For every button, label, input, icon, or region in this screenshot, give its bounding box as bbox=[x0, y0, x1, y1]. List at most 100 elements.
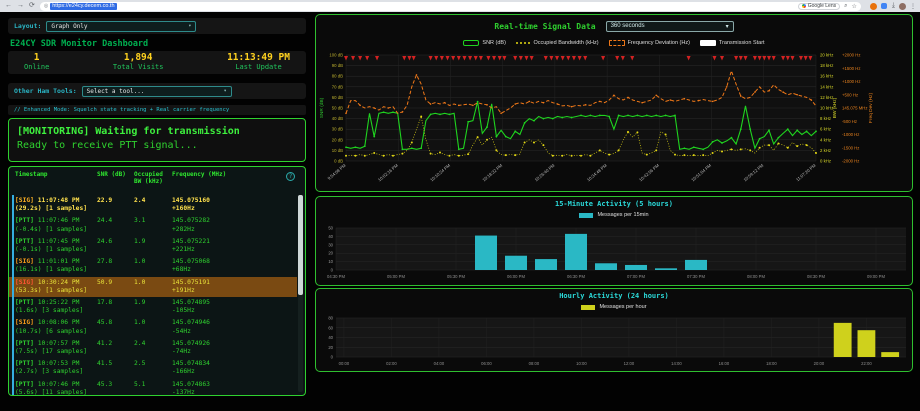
activity-hourly-chart[interactable]: 80604020000:0002:0004:0006:0008:0010:001… bbox=[316, 312, 912, 373]
signal-tag: [SIG] bbox=[15, 279, 34, 286]
activity-hourly-panel: Hourly Activity (24 hours) Messages per … bbox=[315, 288, 913, 372]
signal-tag: [PTT] bbox=[15, 299, 34, 306]
svg-text:4 kHz: 4 kHz bbox=[820, 137, 831, 142]
svg-text:07:30 PM: 07:30 PM bbox=[687, 274, 705, 279]
svg-text:8 kHz: 8 kHz bbox=[820, 116, 831, 121]
table-header: Timestamp SNR (dB) Occupied BW (kHz) Fre… bbox=[9, 167, 305, 187]
tools-select[interactable]: Select a tool...▾ bbox=[82, 86, 232, 97]
svg-text:-1500 Hz: -1500 Hz bbox=[842, 145, 859, 150]
chevron-down-icon: ▾ bbox=[224, 88, 227, 94]
svg-text:+500 Hz: +500 Hz bbox=[842, 92, 858, 97]
svg-text:9:54:08 PM: 9:54:08 PM bbox=[327, 163, 347, 181]
forward-button[interactable]: → bbox=[17, 0, 24, 12]
stat-total-visits: 1,894 Total Visits bbox=[113, 53, 164, 72]
svg-text:40: 40 bbox=[328, 234, 333, 239]
signal-tag: [PTT] bbox=[15, 360, 34, 367]
extension-icon-1[interactable] bbox=[870, 3, 877, 10]
table-row[interactable]: [PTT] 11:07:46 PM (-0.4s) [1 samples]24.… bbox=[9, 215, 297, 235]
downloads-icon[interactable]: ⤓ bbox=[892, 0, 895, 12]
realtime-chart-panel: Real-time Signal Data 360 seconds▾ SNR (… bbox=[315, 14, 913, 192]
table-row[interactable]: [SIG] 10:08:06 PM (10.7s) [6 samples]45.… bbox=[9, 317, 297, 337]
activity-15min-panel: 15-Minute Activity (5 hours) Messages pe… bbox=[315, 196, 913, 286]
table-row[interactable]: [SIG] 11:01:01 PM (16.1s) [1 samples]27.… bbox=[9, 256, 297, 276]
svg-text:18 kHz: 18 kHz bbox=[820, 63, 833, 68]
svg-text:60: 60 bbox=[328, 325, 333, 330]
google-lens-button[interactable]: Google Lens bbox=[798, 3, 840, 10]
svg-text:20:00: 20:00 bbox=[814, 361, 825, 366]
bw-legend-swatch bbox=[516, 42, 531, 45]
table-row[interactable]: [PTT] 10:07:53 PM (2.7s) [3 samples]41.5… bbox=[9, 358, 297, 378]
svg-text:+1500 Hz: +1500 Hz bbox=[842, 66, 861, 71]
svg-text:30: 30 bbox=[328, 242, 333, 247]
svg-text:0 kHz: 0 kHz bbox=[820, 159, 831, 164]
signal-tag: [SIG] bbox=[15, 197, 34, 204]
bar bbox=[535, 259, 557, 270]
table-row[interactable]: [SIG] 11:07:48 PM (29.2s) [1 samples]22.… bbox=[9, 195, 297, 215]
extension-icon-2[interactable] bbox=[881, 3, 887, 9]
svg-text:20: 20 bbox=[328, 345, 333, 350]
svg-text:20: 20 bbox=[328, 251, 333, 256]
svg-text:2 kHz: 2 kHz bbox=[820, 148, 831, 153]
signal-tag: [PTT] bbox=[15, 217, 34, 224]
scrollbar-thumb[interactable] bbox=[298, 195, 303, 295]
bar bbox=[505, 256, 527, 270]
table-row[interactable]: [PTT] 10:07:46 PM (5.6s) [11 samples]45.… bbox=[9, 379, 297, 395]
browser-toolbar: ← → ⟳ ◎ https://e24cy.decem.co.th Google… bbox=[0, 0, 920, 12]
svg-text:6 kHz: 6 kHz bbox=[820, 127, 831, 132]
svg-text:10:02:16 PM: 10:02:16 PM bbox=[377, 163, 399, 183]
svg-text:14 kHz: 14 kHz bbox=[820, 84, 833, 89]
svg-text:80 dB: 80 dB bbox=[332, 74, 343, 79]
svg-text:145.075 MHz: 145.075 MHz bbox=[842, 106, 868, 111]
profile-avatar[interactable] bbox=[899, 3, 906, 10]
activity-15min-chart[interactable]: 5040302010004:30 PM05:00 PM05:30 PM06:00… bbox=[316, 220, 912, 284]
svg-text:10 dB: 10 dB bbox=[332, 148, 343, 153]
google-lens-icon bbox=[802, 4, 806, 8]
table-row[interactable]: [PTT] 10:07:57 PM (7.5s) [17 samples]41.… bbox=[9, 338, 297, 358]
svg-text:80: 80 bbox=[328, 316, 333, 321]
svg-text:12:00: 12:00 bbox=[624, 361, 635, 366]
help-icon[interactable]: ? bbox=[286, 172, 295, 181]
teal-legend-swatch bbox=[579, 213, 593, 218]
svg-text:100 dB: 100 dB bbox=[329, 53, 343, 58]
legend-15min: Messages per 15min bbox=[316, 210, 912, 220]
tools-label: Other Ham Tools: bbox=[14, 87, 77, 95]
bookmark-star-icon[interactable]: ☆ bbox=[852, 3, 857, 10]
reload-button[interactable]: ⟳ bbox=[29, 0, 35, 12]
svg-text:Freq Dev (Hz): Freq Dev (Hz) bbox=[868, 93, 874, 124]
table-row[interactable]: [PTT] 11:07:45 PM (-0.1s) [1 samples]24.… bbox=[9, 236, 297, 256]
search-icon[interactable]: ⌕ bbox=[844, 3, 847, 10]
svg-text:0: 0 bbox=[331, 268, 334, 273]
signal-tag: [SIG] bbox=[15, 319, 34, 326]
url-text[interactable]: https://e24cy.decem.co.th bbox=[50, 3, 116, 10]
back-button[interactable]: ← bbox=[5, 0, 12, 12]
svg-text:20 kHz: 20 kHz bbox=[820, 53, 833, 58]
table-row[interactable]: [PTT] 10:25:22 PM (1.6s) [3 samples]17.8… bbox=[9, 297, 297, 317]
bar bbox=[834, 323, 852, 357]
layout-select[interactable]: Graph Only▾ bbox=[46, 21, 196, 32]
svg-text:04:30 PM: 04:30 PM bbox=[327, 274, 345, 279]
stats-bar: 1 Online 1,894 Total Visits 11:13:49 PM … bbox=[8, 51, 306, 74]
site-settings-icon[interactable]: ◎ bbox=[44, 3, 48, 9]
svg-text:22:00: 22:00 bbox=[861, 361, 872, 366]
chart-title-realtime: Real-time Signal Data bbox=[494, 22, 595, 31]
svg-text:+2000 Hz: +2000 Hz bbox=[842, 53, 861, 58]
chart-title-hourly: Hourly Activity (24 hours) bbox=[316, 289, 912, 302]
svg-text:10:34:48 PM: 10:34:48 PM bbox=[586, 163, 608, 183]
svg-text:30 dB: 30 dB bbox=[332, 127, 343, 132]
browser-menu-icon[interactable]: ⋮ bbox=[910, 3, 916, 10]
svg-text:10:00: 10:00 bbox=[576, 361, 587, 366]
realtime-signal-chart[interactable]: 100 dB90 dB80 dB70 dB60 dB50 dB40 dB30 d… bbox=[316, 49, 912, 189]
bar bbox=[858, 330, 876, 357]
svg-text:12 kHz: 12 kHz bbox=[820, 95, 833, 100]
enhanced-mode-note: // Enhanced Mode: Squelch state tracking… bbox=[8, 105, 306, 115]
table-row[interactable]: [SIG] 10:30:24 PM (53.3s) [1 samples]50.… bbox=[9, 277, 297, 297]
table-scrollbar[interactable] bbox=[298, 195, 303, 392]
svg-text:16 kHz: 16 kHz bbox=[820, 74, 833, 79]
address-bar[interactable]: ◎ https://e24cy.decem.co.th Google Lens … bbox=[40, 2, 861, 11]
svg-text:05:00 PM: 05:00 PM bbox=[387, 274, 405, 279]
svg-text:90 dB: 90 dB bbox=[332, 63, 343, 68]
time-window-select[interactable]: 360 seconds▾ bbox=[606, 21, 734, 32]
tools-bar: Other Ham Tools: Select a tool...▾ bbox=[8, 83, 306, 99]
svg-text:18:00: 18:00 bbox=[766, 361, 777, 366]
page-title: E24CY SDR Monitor Dashboard bbox=[10, 39, 148, 49]
